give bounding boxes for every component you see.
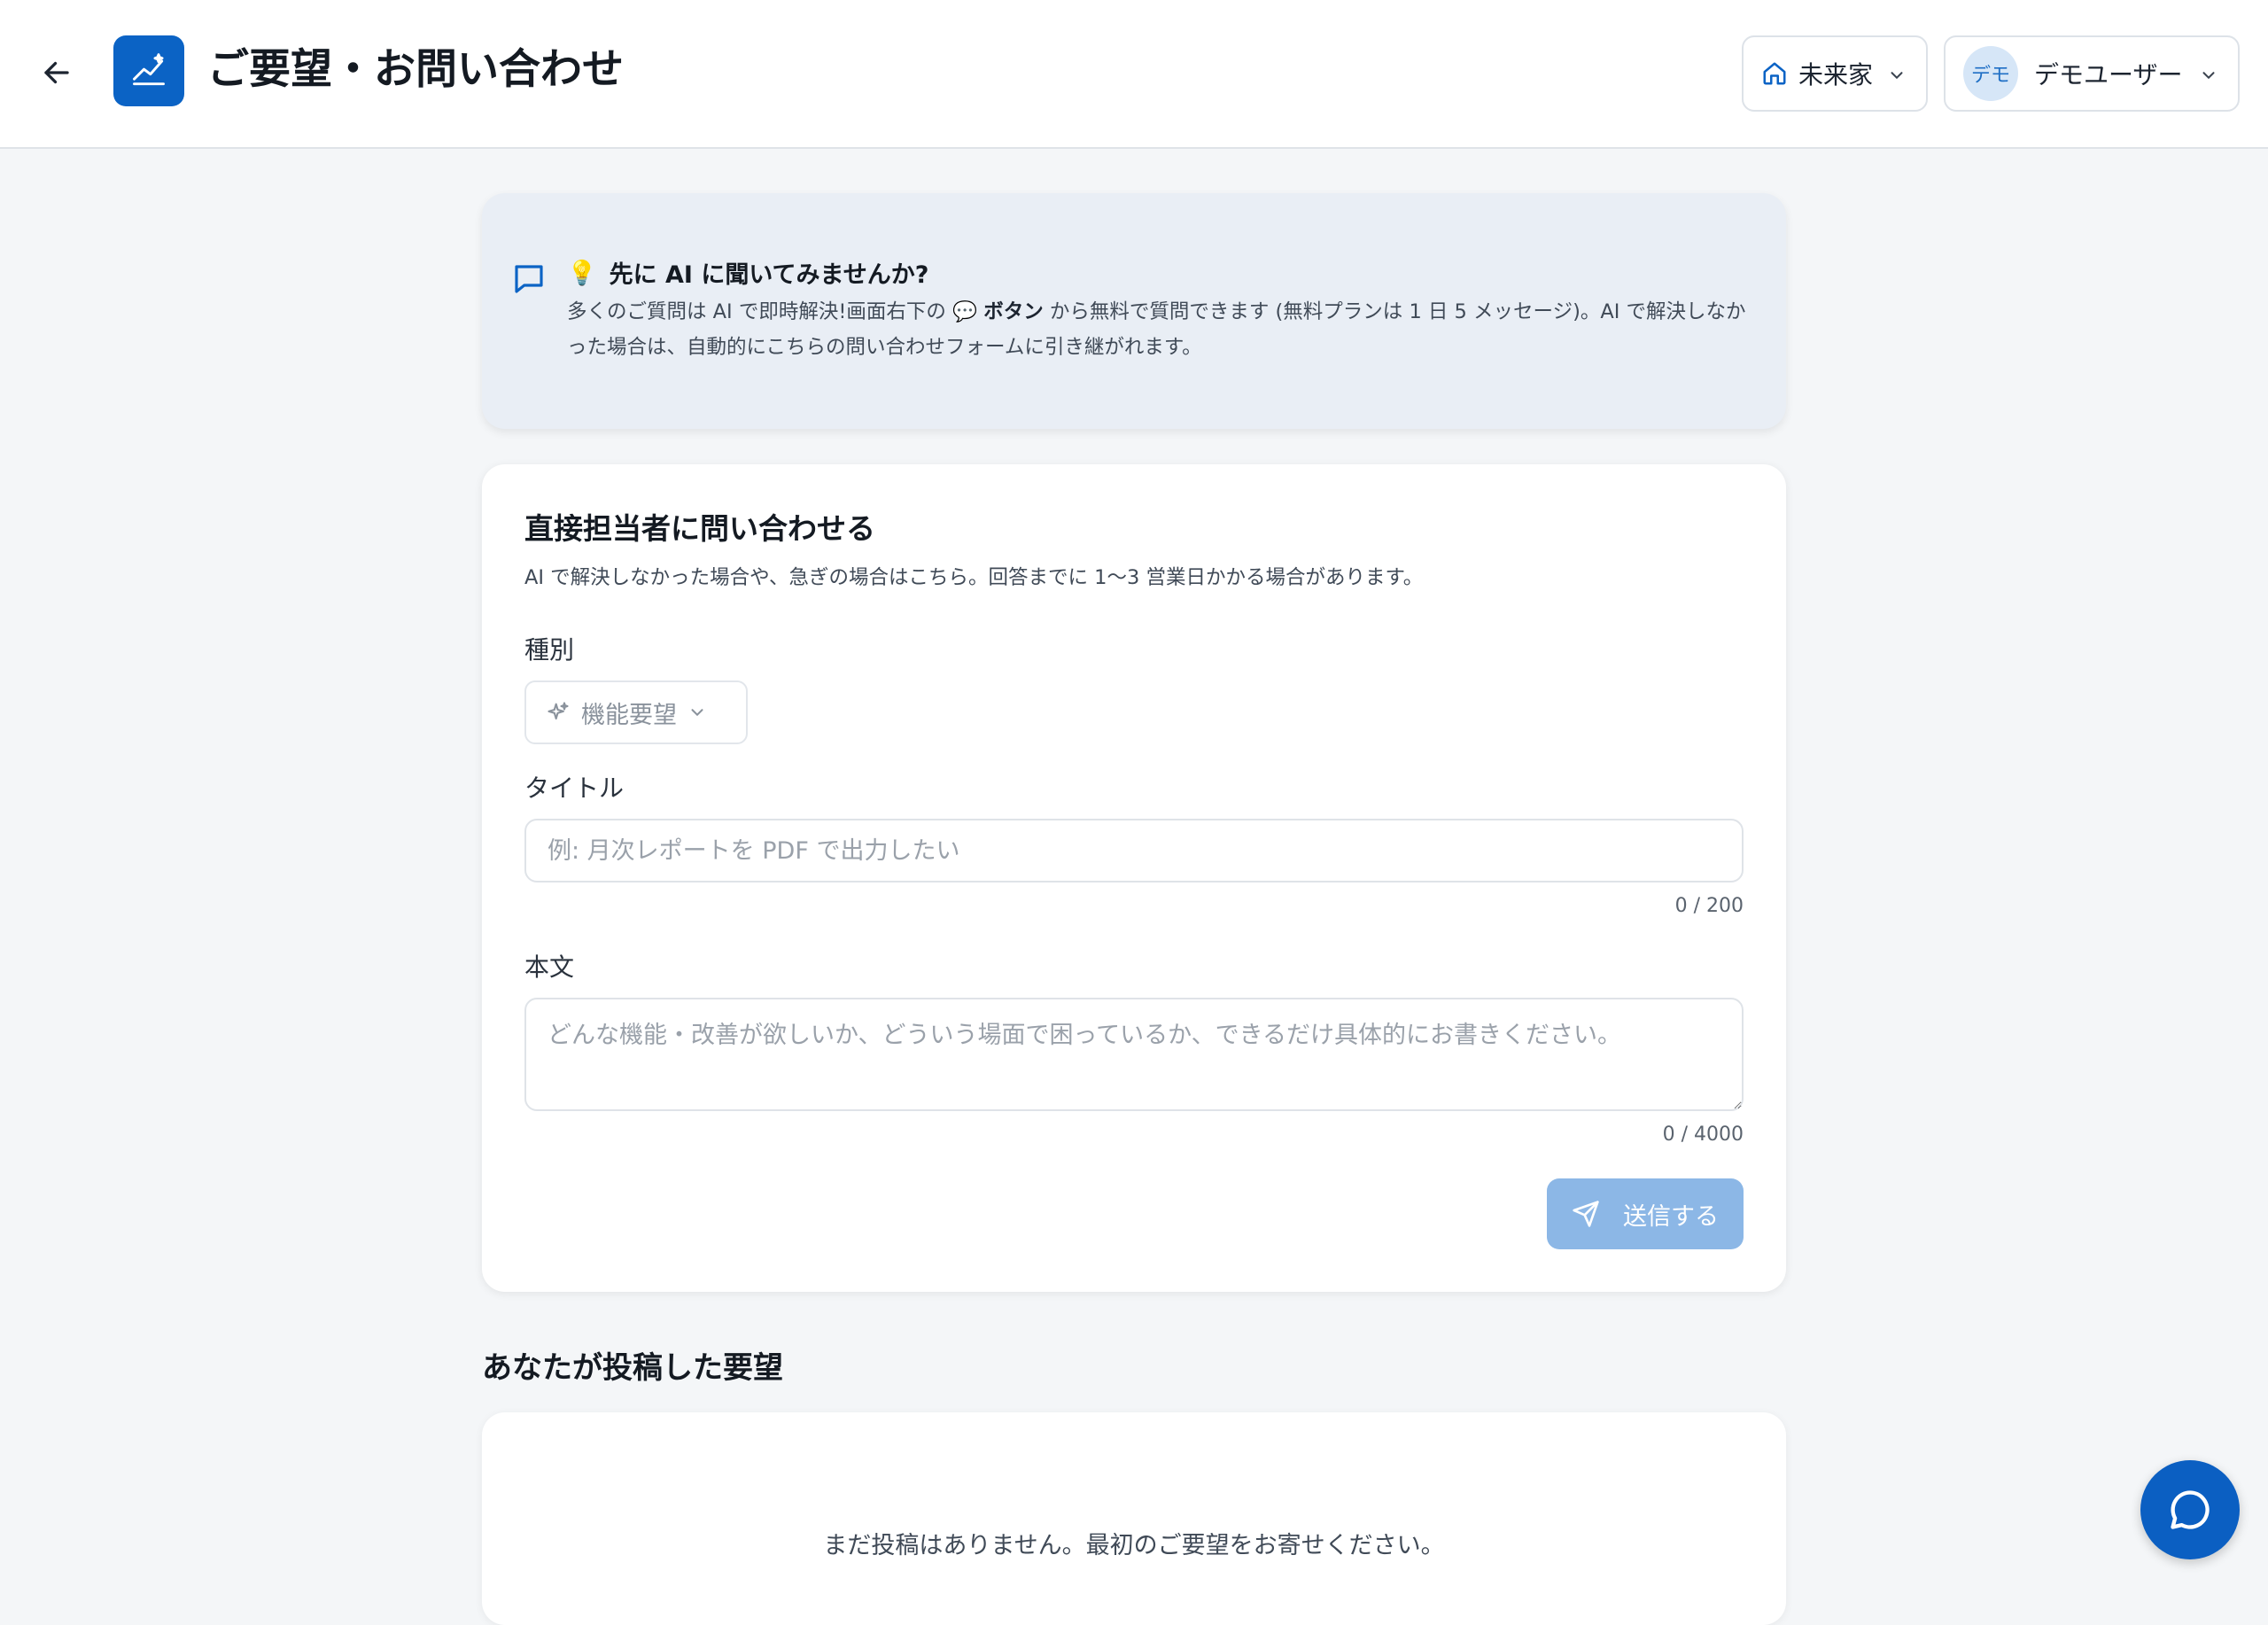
form-description: AI で解決しなかった場合や、急ぎの場合はこちら。回答までに 1〜3 営業日かか… (524, 566, 1424, 589)
banner-description: 多くのご質問は AI で即時解決!画面右下の 💬 ボタン から無料で質問できます… (567, 300, 1746, 359)
back-button[interactable] (35, 51, 78, 94)
chat-bubble-icon: 💬 (952, 300, 978, 323)
body-input[interactable] (524, 998, 1744, 1111)
banner-title: 💡 先に AI に聞いてみませんか? (567, 255, 928, 290)
form-title: 直接担当者に問い合わせる (524, 511, 875, 546)
arrow-left-icon (44, 61, 69, 84)
title-label: タイトル (524, 774, 625, 803)
top-header: ご要望・お問い合わせ 未来家 デモ デモユーザー (0, 0, 2268, 149)
type-select[interactable]: 機能要望 (524, 680, 748, 744)
user-menu[interactable]: デモ デモユーザー (1944, 35, 2240, 112)
type-select-value: 機能要望 (581, 701, 677, 729)
ai-suggestion-banner: 💡 先に AI に聞いてみませんか? 多くのご質問は AI で即時解決!画面右下… (482, 193, 1786, 429)
page-title: ご要望・お問い合わせ (207, 45, 624, 94)
user-name: デモユーザー (2034, 60, 2183, 89)
home-icon (1763, 62, 1786, 85)
sparkles-icon (548, 702, 569, 720)
message-square-icon (515, 265, 543, 293)
history-section-title: あなたが投稿した要望 (482, 1350, 783, 1386)
home-selector-label: 未来家 (1798, 60, 1874, 89)
type-label: 種別 (524, 635, 575, 665)
chevron-down-icon (1891, 72, 1903, 80)
contact-form-card: 直接担当者に問い合わせる AI で解決しなかった場合や、急ぎの場合はこちら。回答… (482, 464, 1786, 1292)
send-button-label: 送信する (1623, 1202, 1719, 1231)
lightbulb-icon: 💡 (567, 259, 597, 287)
chevron-down-icon (2202, 72, 2215, 80)
chevron-down-icon (691, 709, 703, 717)
home-selector[interactable]: 未来家 (1742, 35, 1928, 112)
body-label: 本文 (524, 952, 575, 982)
title-input[interactable] (524, 819, 1744, 882)
trending-up-icon (133, 53, 165, 86)
body-counter: 0 / 4000 (1662, 1124, 1744, 1146)
empty-state-text: まだ投稿はありません。最初のご要望をお寄せください。 (823, 1532, 1445, 1559)
message-circle-icon (2171, 1490, 2210, 1529)
ai-chat-button[interactable] (2140, 1460, 2240, 1559)
title-counter: 0 / 200 (1674, 895, 1744, 917)
banner-title-text: 先に AI に聞いてみませんか? (609, 261, 929, 289)
app-logo (113, 35, 184, 106)
avatar: デモ (1963, 46, 2018, 101)
send-icon (1573, 1201, 1599, 1227)
history-list-card: まだ投稿はありません。最初のご要望をお寄せください。 (482, 1412, 1786, 1625)
send-button[interactable]: 送信する (1547, 1178, 1744, 1249)
